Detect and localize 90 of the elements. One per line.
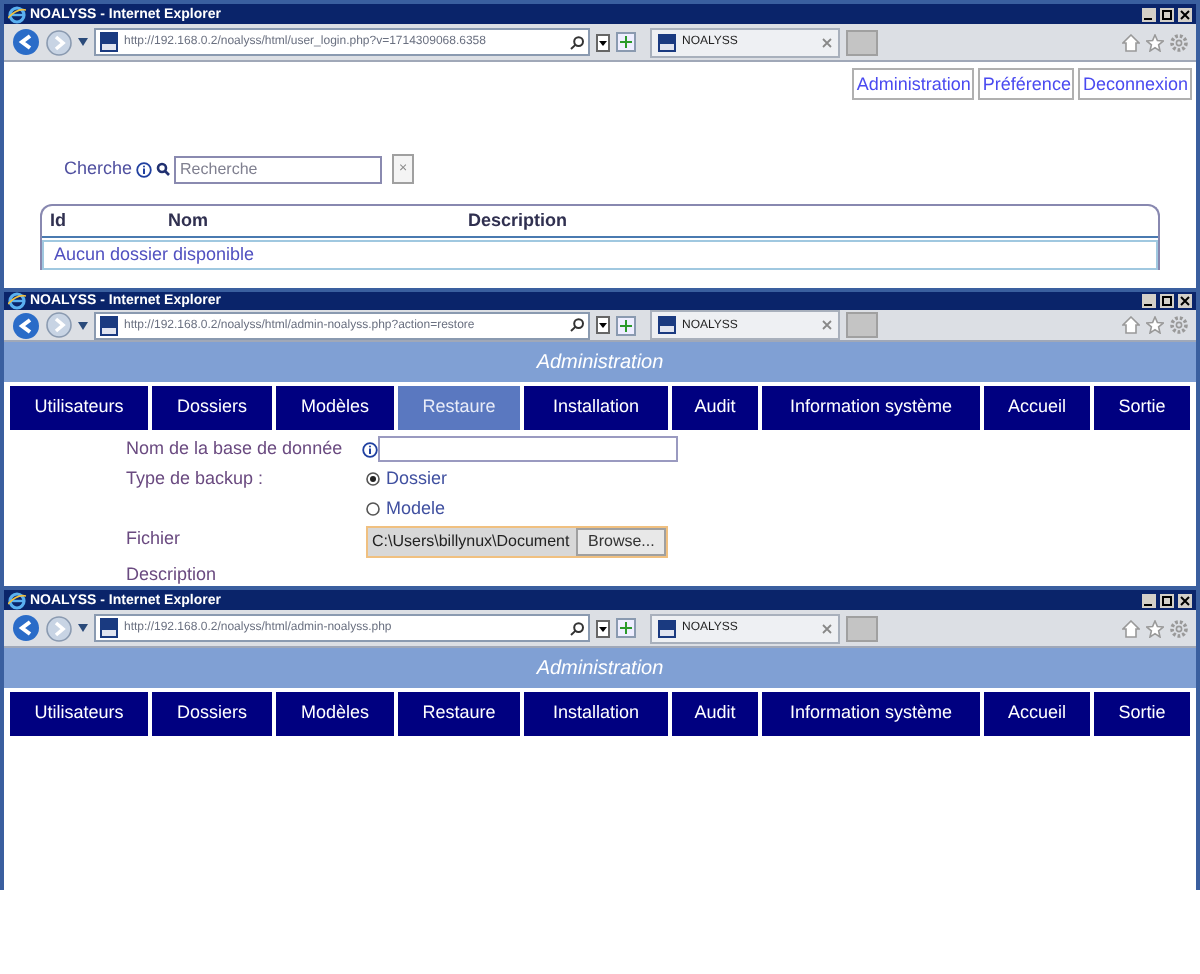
page-icon [100, 618, 118, 638]
close-icon[interactable] [1178, 294, 1192, 308]
page-icon [100, 32, 118, 52]
file-field[interactable]: C:\Users\billynux\Document Browse... [366, 526, 669, 558]
dropdown-arrow-icon[interactable] [78, 624, 88, 632]
nav-tab[interactable]: Information système [762, 692, 980, 736]
top-link[interactable]: Administration [852, 68, 975, 100]
nav-tab[interactable]: Installation [524, 692, 668, 736]
nav-tab[interactable]: Utilisateurs [10, 386, 148, 430]
page-banner: Administration [4, 648, 1196, 688]
browser-logo-icon [8, 591, 26, 609]
back-icon[interactable] [12, 311, 40, 339]
radio-label: Dossier [386, 465, 448, 492]
file-path: C:\Users\billynux\Document [370, 530, 572, 554]
nav-tab[interactable]: Dossiers [152, 386, 272, 430]
top-link[interactable]: Deconnexion [1078, 68, 1192, 100]
form-label: Fichier [126, 526, 183, 552]
page-banner: Administration [4, 342, 1196, 382]
nav-tab[interactable]: Audit [672, 692, 758, 736]
star-icon[interactable] [1146, 619, 1164, 637]
maximize-icon[interactable] [1160, 7, 1174, 21]
settings-icon[interactable] [1170, 33, 1188, 51]
radio-option[interactable]: Modele [366, 494, 1196, 524]
search-icon [570, 621, 584, 635]
info-icon [136, 161, 153, 177]
minimize-icon[interactable] [1142, 7, 1156, 21]
nav-tab[interactable]: Accueil [984, 386, 1090, 430]
settings-icon[interactable] [1170, 316, 1188, 334]
dropdown-icon[interactable] [596, 33, 610, 51]
star-icon[interactable] [1146, 316, 1164, 334]
form-label: Type de backup : [126, 466, 266, 492]
info-icon [362, 441, 378, 457]
settings-icon[interactable] [1170, 619, 1188, 637]
home-icon[interactable] [1122, 316, 1140, 334]
close-icon[interactable] [1178, 7, 1192, 21]
new-tab-button[interactable] [846, 29, 878, 55]
browse-button[interactable]: Browse... [576, 528, 667, 556]
nav-tab[interactable]: Dossiers [152, 692, 272, 736]
database-name-field[interactable] [378, 436, 678, 462]
nav-tab[interactable]: Restaure [398, 692, 520, 736]
nav-tab[interactable]: Utilisateurs [10, 692, 148, 736]
search-icon [156, 162, 171, 176]
dropdown-arrow-icon[interactable] [78, 38, 88, 46]
radio-button[interactable] [366, 472, 380, 486]
nav-tab[interactable]: Information système [762, 386, 980, 430]
back-icon[interactable] [12, 28, 40, 56]
search-field[interactable]: Recherche [174, 155, 383, 183]
home-icon[interactable] [1122, 33, 1140, 51]
radio-button[interactable] [366, 502, 380, 516]
search-icon [570, 35, 584, 49]
maximize-icon[interactable] [1160, 294, 1174, 308]
top-link[interactable]: Préférence [978, 68, 1075, 100]
search-label: Cherche [64, 155, 133, 182]
nav-tab[interactable]: Restaure [398, 386, 520, 430]
nav-tab[interactable]: Accueil [984, 692, 1090, 736]
forward-icon[interactable] [46, 312, 72, 338]
form-label: Description [126, 562, 219, 586]
radio-label: Modele [386, 495, 446, 522]
browser-logo-icon [8, 5, 26, 23]
column-header: Description [468, 207, 570, 234]
minimize-icon[interactable] [1142, 294, 1156, 308]
nav-tab[interactable]: Sortie [1094, 692, 1190, 736]
form-label: Nom de la base de donnée [126, 436, 345, 462]
dropdown-arrow-icon[interactable] [78, 321, 88, 329]
new-tab-button[interactable] [846, 615, 878, 641]
nav-tab[interactable]: Modèles [276, 386, 394, 430]
nav-tab[interactable]: Sortie [1094, 386, 1190, 430]
dropdown-icon[interactable] [596, 619, 610, 637]
back-icon[interactable] [12, 614, 40, 642]
page-icon [658, 619, 676, 637]
nav-tab[interactable]: Modèles [276, 692, 394, 736]
browser-logo-icon [8, 292, 26, 310]
page-icon [658, 316, 676, 334]
forward-icon[interactable] [46, 615, 72, 641]
empty-message: Aucun dossier disponible [54, 241, 255, 268]
minimize-icon[interactable] [1142, 593, 1156, 607]
page-icon [658, 33, 676, 51]
close-icon[interactable] [1178, 593, 1192, 607]
radio-option[interactable]: Dossier [366, 464, 1196, 494]
star-icon[interactable] [1146, 33, 1164, 51]
dropdown-icon[interactable] [596, 316, 610, 334]
nav-tab[interactable]: Audit [672, 386, 758, 430]
home-icon[interactable] [1122, 619, 1140, 637]
column-header: Nom [168, 207, 210, 234]
search-icon [570, 318, 584, 332]
page-icon [100, 315, 118, 335]
forward-icon[interactable] [46, 29, 72, 55]
column-header: Id [48, 207, 68, 234]
nav-tab[interactable]: Installation [524, 386, 668, 430]
maximize-icon[interactable] [1160, 593, 1174, 607]
